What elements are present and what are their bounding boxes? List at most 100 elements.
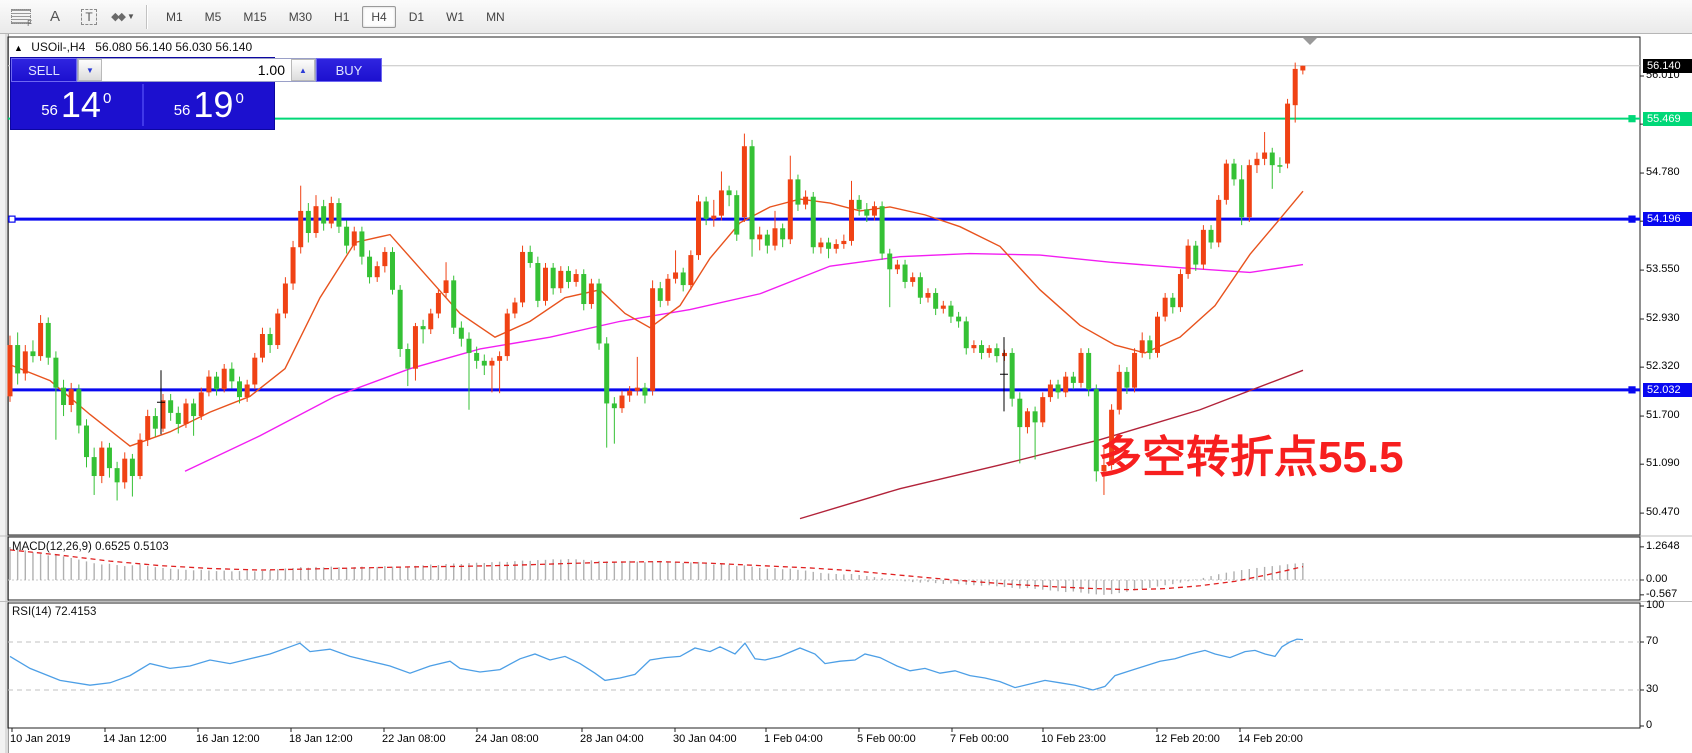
candle	[405, 349, 410, 369]
text-box-icon[interactable]: T	[76, 5, 102, 29]
shapes-glyph: ◆◆	[111, 10, 124, 23]
candle	[1209, 230, 1214, 243]
candle	[665, 279, 670, 301]
candle	[520, 252, 525, 302]
candle	[1254, 159, 1259, 165]
candle	[941, 306, 946, 309]
tab-timeframe-D1[interactable]: D1	[400, 6, 433, 28]
candle	[30, 351, 35, 356]
tab-timeframe-MN[interactable]: MN	[477, 6, 514, 28]
candle	[574, 274, 579, 282]
collapse-triangle-icon[interactable]: ▲	[14, 43, 23, 53]
candle	[673, 272, 678, 278]
candle	[1170, 298, 1175, 307]
candle	[1033, 411, 1038, 422]
tab-timeframe-M5[interactable]: M5	[196, 6, 231, 28]
candle	[795, 179, 800, 204]
line-handle[interactable]	[1629, 216, 1635, 222]
candle	[895, 265, 900, 270]
candle	[283, 284, 288, 314]
rsi-axis-label: 70	[1646, 635, 1658, 647]
candle	[497, 356, 502, 361]
latest-bar-marker-icon	[1303, 38, 1317, 45]
candle	[69, 389, 74, 405]
candle	[237, 381, 242, 397]
candle	[489, 361, 494, 366]
candle	[15, 345, 20, 373]
candle	[1079, 353, 1084, 383]
tab-timeframe-M30[interactable]: M30	[280, 6, 321, 28]
tab-timeframe-H4[interactable]: H4	[362, 6, 395, 28]
candle	[1216, 200, 1221, 243]
tab-timeframe-M1[interactable]: M1	[157, 6, 192, 28]
candle	[803, 197, 808, 205]
candle	[956, 317, 961, 322]
candle	[719, 190, 724, 215]
line-handle[interactable]	[1629, 116, 1635, 122]
macd-axis-label: 1.2648	[1646, 540, 1680, 552]
candle	[1071, 377, 1076, 383]
tab-timeframe-W1[interactable]: W1	[437, 6, 473, 28]
shapes-dropdown-caret[interactable]: ▼	[127, 12, 135, 21]
ma-fast-line	[10, 191, 1303, 446]
candle	[1239, 179, 1244, 217]
candle	[681, 272, 686, 285]
label-a-icon[interactable]: A	[42, 5, 68, 29]
time-axis-label: 16 Jan 12:00	[196, 733, 260, 745]
one-click-trading-panel: SELL ▼ ▲ BUY 56 14 0 56 19 0	[10, 57, 275, 130]
candle	[528, 252, 533, 263]
candle	[199, 392, 204, 416]
candle	[1163, 298, 1168, 317]
candle	[872, 206, 877, 215]
candle	[864, 209, 869, 215]
candle	[887, 254, 892, 270]
time-axis-label: 18 Jan 12:00	[289, 733, 353, 745]
sell-button[interactable]: SELL	[11, 58, 77, 82]
toolbar-separator	[146, 5, 148, 29]
candle	[1232, 164, 1237, 180]
tab-timeframe-M15[interactable]: M15	[234, 6, 275, 28]
volume-increase-button[interactable]: ▲	[291, 59, 315, 81]
candle	[880, 206, 885, 253]
candle	[291, 247, 296, 283]
candle	[298, 211, 303, 247]
price-axis-tick-label: 52.930	[1646, 312, 1680, 324]
chart-text-annotation[interactable]: 多空转折点55.5	[1098, 421, 1404, 485]
candle	[1193, 246, 1198, 265]
time-axis-label: 7 Feb 00:00	[950, 733, 1009, 745]
tab-timeframe-H1[interactable]: H1	[325, 6, 358, 28]
candle	[1224, 164, 1229, 200]
line-handle[interactable]	[9, 216, 15, 222]
candle	[245, 384, 250, 397]
candle	[38, 323, 43, 356]
candle	[359, 231, 364, 256]
price-axis-tick-label: 51.700	[1646, 409, 1680, 421]
candle	[1270, 153, 1275, 166]
trade-panel-top-row: SELL ▼ ▲ BUY	[11, 58, 274, 82]
candle	[1040, 397, 1045, 422]
candle	[918, 277, 923, 298]
sell-price-display[interactable]: 56 14 0	[11, 82, 142, 128]
candle	[153, 416, 158, 429]
candle	[306, 211, 311, 233]
text-box-glyph: T	[81, 9, 96, 25]
line-handle[interactable]	[1629, 387, 1635, 393]
time-axis-label: 12 Feb 20:00	[1155, 733, 1220, 745]
buy-button[interactable]: BUY	[316, 58, 382, 82]
volume-decrease-button[interactable]: ▼	[78, 59, 102, 81]
volume-input[interactable]	[102, 59, 291, 81]
candle	[1086, 353, 1091, 389]
candle	[459, 328, 464, 339]
candle	[711, 216, 716, 219]
sell-price-big: 14	[61, 87, 101, 123]
grid-f-icon[interactable]: F	[8, 5, 34, 29]
candle	[910, 277, 915, 282]
candle	[467, 339, 472, 353]
shapes-icon[interactable]: ◆◆▼	[110, 5, 136, 29]
candle	[505, 313, 510, 356]
buy-price-display[interactable]: 56 19 0	[144, 82, 275, 128]
candle	[413, 326, 418, 369]
candle	[857, 200, 862, 209]
candle	[826, 242, 831, 248]
candle	[1155, 317, 1160, 353]
